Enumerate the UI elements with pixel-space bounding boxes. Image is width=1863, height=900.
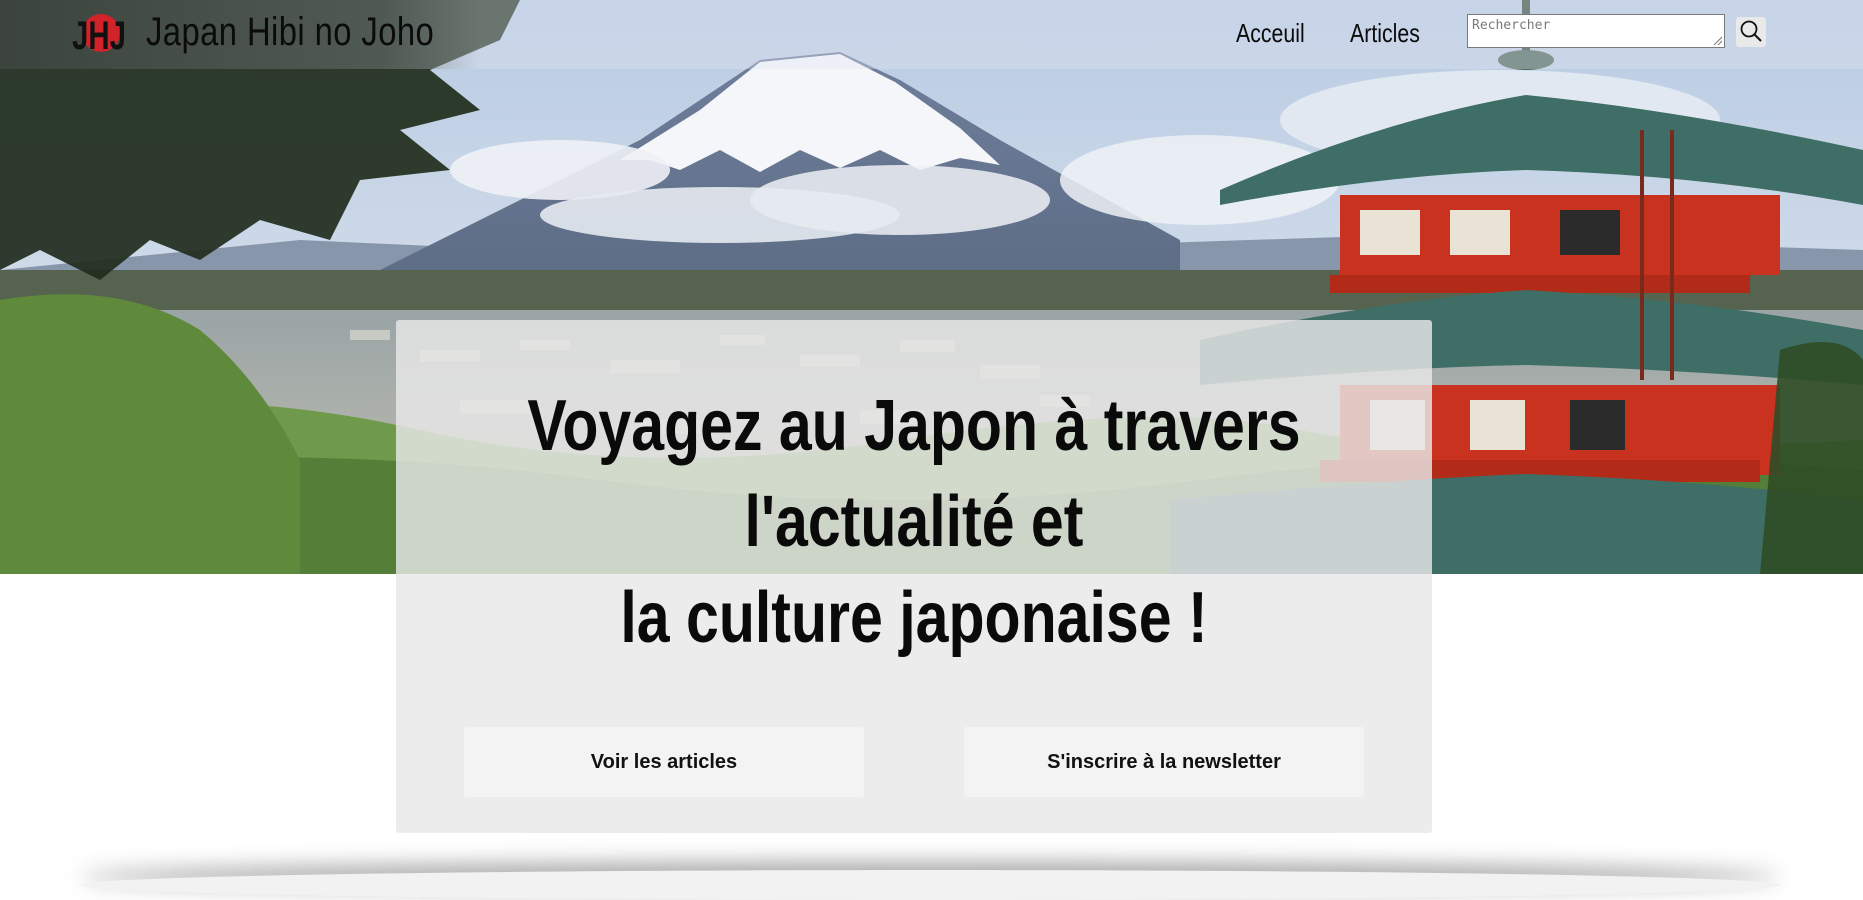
newsletter-signup-button[interactable]: S'inscrire à la newsletter (964, 727, 1364, 797)
search-input[interactable] (1468, 15, 1724, 47)
search-field[interactable] (1467, 14, 1725, 48)
brand-logo[interactable]: JHJ (70, 7, 128, 58)
hero-headline: Voyagez au Japon à travers l'actualité e… (489, 378, 1339, 666)
view-articles-button[interactable]: Voir les articles (464, 727, 864, 797)
jhj-logo-icon: JHJ (72, 14, 126, 58)
brand-name[interactable]: Japan Hibi no Joho (146, 6, 434, 58)
nav-link-acceuil[interactable]: Acceuil (1236, 14, 1305, 52)
nav-link-articles[interactable]: Articles (1350, 14, 1420, 52)
svg-text:JHJ: JHJ (72, 14, 126, 57)
headline-line-2: l'actualité et (744, 482, 1084, 562)
headline-line-1: Voyagez au Japon à travers (527, 386, 1301, 466)
resize-grip-icon[interactable] (1712, 35, 1722, 45)
search-icon (1740, 20, 1762, 42)
headline-line-3: la culture japonaise ! (620, 578, 1208, 658)
search-button[interactable] (1736, 17, 1766, 47)
hero-panel: Voyagez au Japon à travers l'actualité e… (396, 320, 1432, 833)
content-card-edge (80, 870, 1780, 900)
